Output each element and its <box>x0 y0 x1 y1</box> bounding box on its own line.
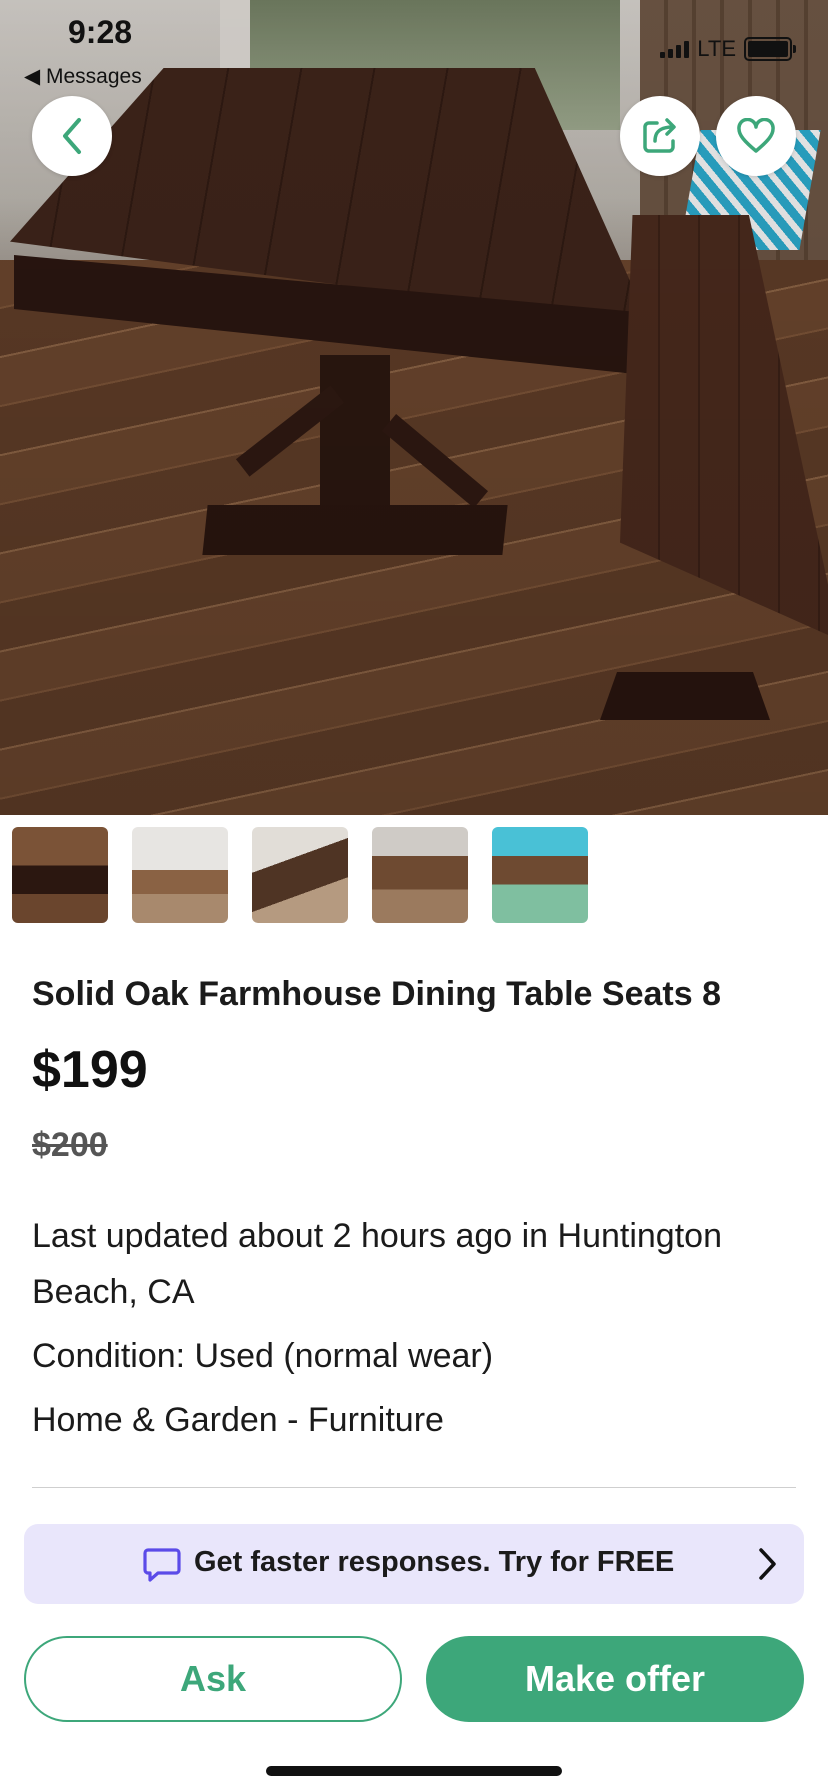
heart-icon <box>737 118 775 153</box>
signal-icon <box>660 40 690 58</box>
thumbnail-2[interactable] <box>132 827 228 923</box>
promo-text: Get faster responses. Try for FREE <box>194 1546 675 1578</box>
listing-title: Solid Oak Farmhouse Dining Table Seats 8 <box>32 975 721 1013</box>
photo-shade <box>0 0 828 815</box>
section-divider <box>32 1487 796 1488</box>
listing-category: Home & Garden - Furniture <box>32 1401 444 1439</box>
status-indicators: LTE <box>660 36 796 62</box>
share-button[interactable] <box>620 96 700 176</box>
photo-thumbnails <box>12 827 588 923</box>
home-indicator[interactable] <box>266 1766 562 1776</box>
thumbnail-5[interactable] <box>492 827 588 923</box>
listing-price: $199 <box>32 1041 148 1099</box>
thumbnail-1[interactable] <box>12 827 108 923</box>
favorite-button[interactable] <box>716 96 796 176</box>
listing-condition: Condition: Used (normal wear) <box>32 1337 494 1375</box>
last-updated-location: Last updated about 2 hours ago in Huntin… <box>32 1217 722 1311</box>
ask-button[interactable]: Ask <box>24 1636 402 1722</box>
battery-icon <box>744 37 796 61</box>
thumbnail-3[interactable] <box>252 827 348 923</box>
original-price: $200 <box>32 1126 108 1164</box>
status-time: 9:28 <box>68 14 133 50</box>
make-offer-button[interactable]: Make offer <box>426 1636 804 1722</box>
thumbnail-4[interactable] <box>372 827 468 923</box>
chevron-right-icon <box>759 1548 776 1580</box>
chat-bubble-icon <box>143 1548 181 1582</box>
back-to-messages-link[interactable]: ◀ Messages <box>24 64 142 89</box>
back-button[interactable] <box>32 96 112 176</box>
share-icon <box>643 118 676 153</box>
listing-photo[interactable] <box>0 0 828 815</box>
network-label: LTE <box>697 36 736 61</box>
faster-responses-banner[interactable]: Get faster responses. Try for FREE <box>24 1524 804 1604</box>
chevron-left-icon <box>63 118 81 154</box>
